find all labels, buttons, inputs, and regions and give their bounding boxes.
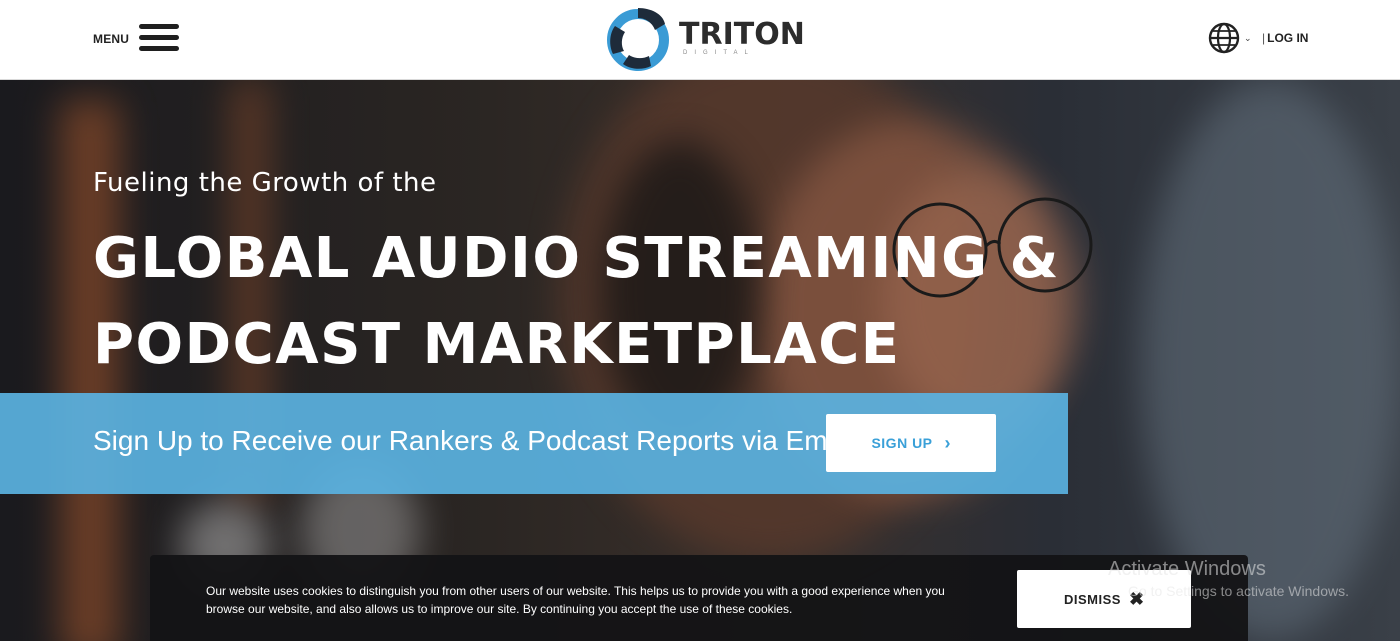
signup-button[interactable]: SIGN UP ›	[826, 414, 996, 472]
globe-icon	[1208, 22, 1240, 54]
login-label: LOG IN	[1267, 31, 1309, 45]
signup-prompt: Sign Up to Receive our Rankers & Podcast…	[93, 425, 856, 456]
dismiss-button-label: DISMISS	[1063, 591, 1121, 607]
close-icon: ✖	[1128, 588, 1145, 609]
chevron-right-icon: ›	[944, 432, 951, 453]
hero-headline: GLOBAL AUDIO STREAMING & PODCAST MARKETP…	[93, 216, 1060, 388]
menu-label: MENU	[93, 31, 130, 46]
headline-line-1: GLOBAL AUDIO STREAMING &	[93, 226, 1060, 291]
site-header: MENU TRITON DIGITAL ⌄ | LOG IN	[0, 0, 1400, 80]
triton-mark-icon	[607, 8, 669, 71]
logo-wordmark: TRITON	[679, 16, 805, 52]
menu-button[interactable]: MENU	[93, 22, 180, 52]
triton-logo[interactable]: TRITON DIGITAL	[607, 4, 805, 72]
separator: |	[1262, 31, 1266, 45]
hero-tagline: Fueling the Growth of the	[93, 168, 437, 198]
headline-line-2: PODCAST MARKETPLACE	[93, 312, 901, 377]
dismiss-button[interactable]: DISMISS ✖	[1017, 570, 1191, 628]
language-selector[interactable]: ⌄	[1208, 22, 1252, 54]
cookie-message: Our website uses cookies to distinguish …	[206, 584, 945, 616]
login-link[interactable]: | LOG IN	[1262, 31, 1308, 45]
chevron-down-icon: ⌄	[1244, 32, 1252, 43]
hamburger-icon	[139, 22, 180, 52]
cookie-banner: Our website uses cookies to distinguish …	[150, 555, 1248, 641]
signup-button-label: SIGN UP	[871, 435, 933, 451]
